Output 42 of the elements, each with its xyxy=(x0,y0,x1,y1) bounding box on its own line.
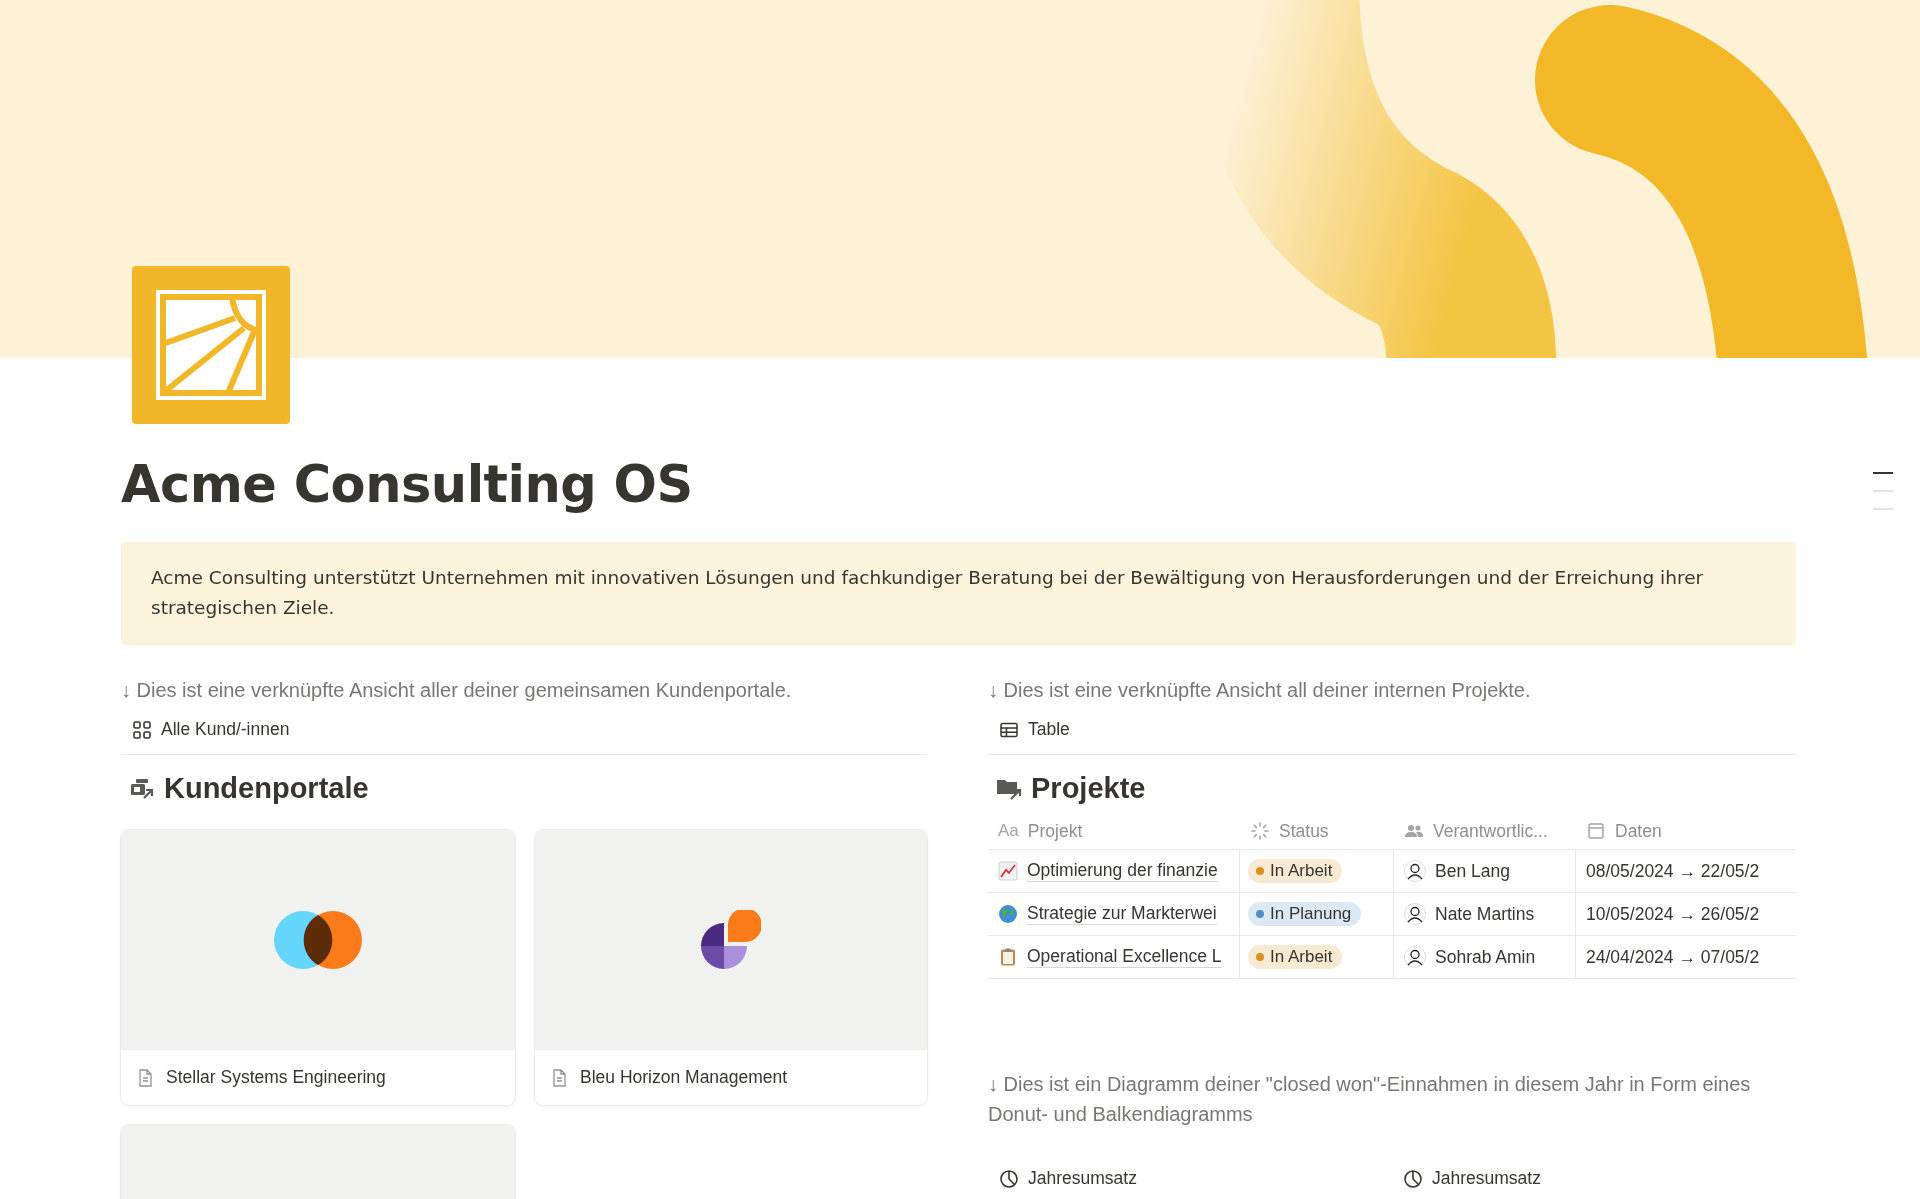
hint-text: ↓ Dies ist ein Diagramm deiner "closed won"-Einnahmen in diesem Jahr in Form eines Donut- und Balkendiagramms xyxy=(988,1072,1752,1127)
outline-line[interactable] xyxy=(1873,472,1893,474)
owner-name: Sohrab Amin xyxy=(1435,946,1536,968)
status-badge: In Planung xyxy=(1248,902,1362,926)
project-cell[interactable]: Operational Excellence L xyxy=(988,936,1240,978)
calendar-icon xyxy=(1586,821,1606,841)
sun-window-icon xyxy=(132,266,290,424)
hint-text: ↓ Dies ist eine verknüpfte Ansicht all deiner internen Projekte. xyxy=(988,678,1532,703)
date-cell-text: 10/05/2024 → 26/05/2 xyxy=(1585,902,1761,926)
portal-card[interactable]: Stellar Systems Engineering xyxy=(121,830,515,1105)
grid-icon xyxy=(132,719,152,740)
avatar-silhouette xyxy=(1404,946,1426,968)
line-chart-icon xyxy=(998,861,1018,881)
card-title: Stellar Systems Engineering xyxy=(166,1067,386,1088)
project-cell[interactable]: Strategie zur Markterwei xyxy=(988,893,1240,935)
owner-name: Ben Lang xyxy=(1435,860,1510,882)
card-title: Bleu Horizon Management xyxy=(580,1067,788,1088)
pie-chart-icon xyxy=(1403,1168,1423,1189)
text-type-icon: Aa xyxy=(998,821,1019,841)
chart-view-tab[interactable]: Jahresumsatz xyxy=(1392,1164,1796,1193)
avatar-silhouette xyxy=(1404,903,1426,925)
clipboard-icon xyxy=(998,947,1018,967)
date-cell-text: 08/05/2024 → 22/05/2 xyxy=(1585,859,1761,883)
section-heading: Projekte xyxy=(1031,771,1146,806)
portal-card[interactable]: Bleu Horizon Management xyxy=(535,830,927,1105)
spinner-icon xyxy=(1250,821,1270,841)
globe-icon xyxy=(998,904,1018,924)
status-badge: In Arbeit xyxy=(1248,945,1343,969)
hint-text: ↓ Dies ist eine verknüpfte Ansicht aller deiner gemeinsamen Kundenportale. xyxy=(121,678,793,703)
pie-chart-icon xyxy=(999,1168,1019,1189)
status-badge: In Arbeit xyxy=(1248,859,1343,883)
view-tab[interactable]: Table xyxy=(988,715,1081,744)
quarter-circles-logo xyxy=(701,910,761,970)
project-cell[interactable]: Optimierung der finanzie xyxy=(988,850,1240,892)
section-heading: Kundenportale xyxy=(164,771,369,806)
view-tab[interactable]: Alle Kund/-innen xyxy=(121,715,301,744)
date-cell-text: 24/04/2024 → 07/05/2 xyxy=(1585,945,1761,969)
callout-text: Acme Consulting unterstützt Unternehmen mit innovativen Lösungen und fachkundiger Beratung bei der Bewältigung von Herausforderungen und der Erreichung ihrer strategischen Ziele. xyxy=(121,542,1796,645)
owner-name: Nate Martins xyxy=(1435,903,1535,925)
avatar-silhouette xyxy=(1404,860,1426,882)
page-title: Acme Consulting OS xyxy=(121,454,694,516)
chart-view-tab[interactable]: Jahresumsatz xyxy=(988,1164,1392,1193)
